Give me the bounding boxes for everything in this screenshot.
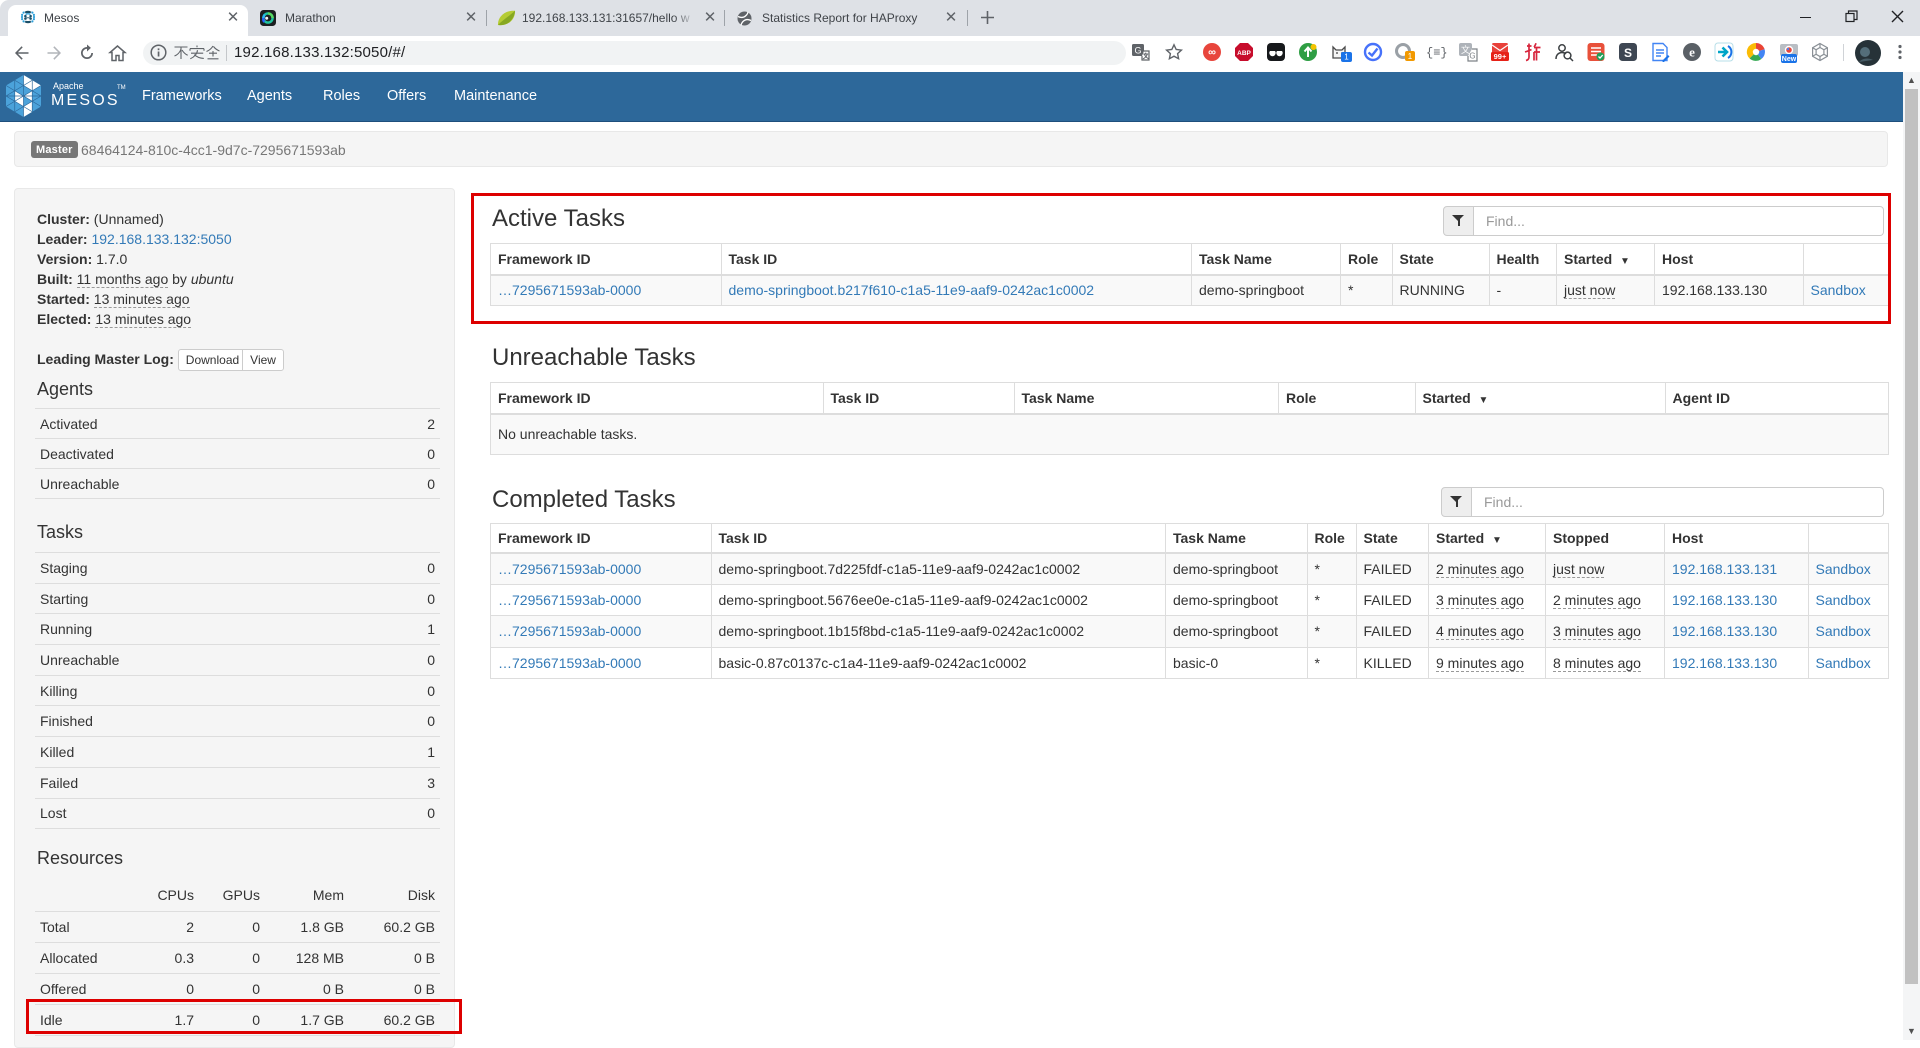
- svg-text:S: S: [1624, 46, 1632, 60]
- svg-text:1: 1: [1344, 53, 1349, 62]
- svg-text:∞: ∞: [1208, 47, 1216, 59]
- svg-text:G: G: [1134, 46, 1141, 56]
- svg-text:ABP: ABP: [1237, 50, 1251, 57]
- svg-text:New: New: [1782, 56, 1797, 63]
- svg-text:1: 1: [1408, 52, 1413, 61]
- svg-text:e: e: [1689, 45, 1695, 60]
- svg-text:99+: 99+: [1494, 52, 1507, 61]
- svg-text:G: G: [1469, 52, 1475, 61]
